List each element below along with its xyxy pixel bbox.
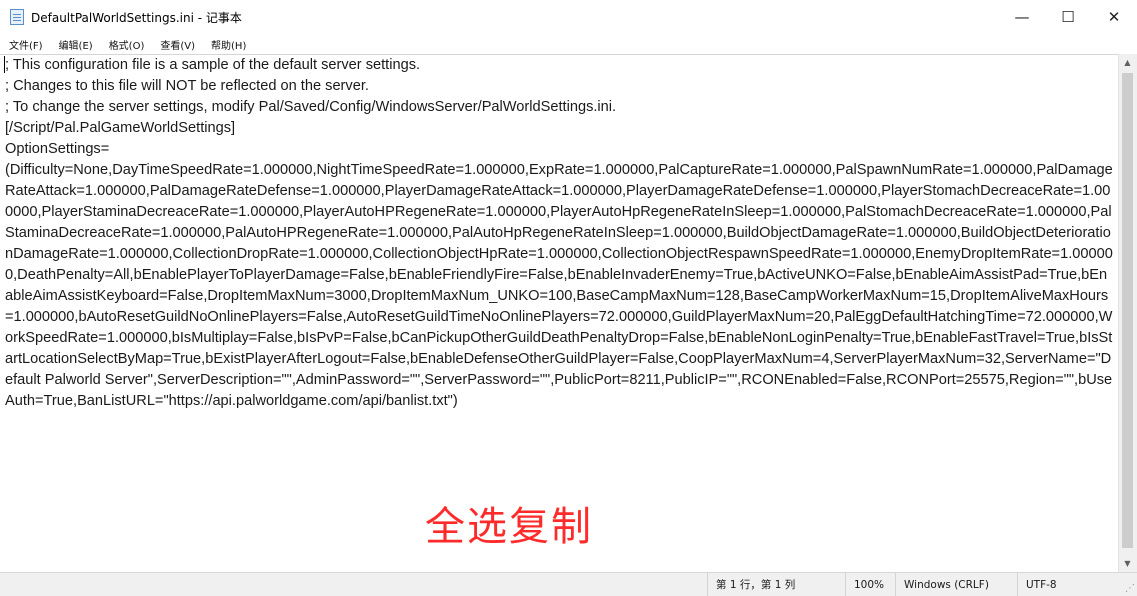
- menu-format[interactable]: 格式(O): [101, 37, 153, 52]
- window-title: DefaultPalWorldSettings.ini - 记事本: [31, 10, 242, 25]
- menu-view[interactable]: 查看(V): [152, 37, 203, 52]
- menu-file[interactable]: 文件(F): [1, 37, 51, 52]
- minimize-button[interactable]: —: [999, 0, 1045, 34]
- scroll-up-icon[interactable]: ▲: [1119, 54, 1136, 71]
- menu-bar: 文件(F) 编辑(E) 格式(O) 查看(V) 帮助(H): [0, 34, 1137, 54]
- vertical-scrollbar[interactable]: ▲ ▼: [1118, 54, 1137, 572]
- file-content[interactable]: ; This configuration file is a sample of…: [0, 55, 1113, 412]
- title-bar: DefaultPalWorldSettings.ini - 记事本 — ☐ ✕: [0, 0, 1137, 34]
- menu-edit[interactable]: 编辑(E): [51, 37, 101, 52]
- encoding: UTF-8: [1017, 573, 1122, 596]
- status-bar: 第 1 行，第 1 列 100% Windows (CRLF) UTF-8 ⋰: [0, 572, 1137, 596]
- window-controls: — ☐ ✕: [999, 0, 1137, 34]
- line-ending: Windows (CRLF): [895, 573, 1017, 596]
- text-cursor: [4, 56, 5, 73]
- cursor-position: 第 1 行，第 1 列: [707, 573, 845, 596]
- close-button[interactable]: ✕: [1091, 0, 1137, 34]
- maximize-button[interactable]: ☐: [1045, 0, 1091, 34]
- notepad-icon: [10, 9, 24, 25]
- scroll-down-icon[interactable]: ▼: [1119, 555, 1136, 572]
- resize-grip-icon[interactable]: ⋰: [1125, 584, 1135, 594]
- scroll-thumb[interactable]: [1122, 73, 1133, 548]
- zoom-level: 100%: [845, 573, 895, 596]
- overlay-caption: 全选复制: [425, 504, 593, 550]
- menu-help[interactable]: 帮助(H): [203, 37, 254, 52]
